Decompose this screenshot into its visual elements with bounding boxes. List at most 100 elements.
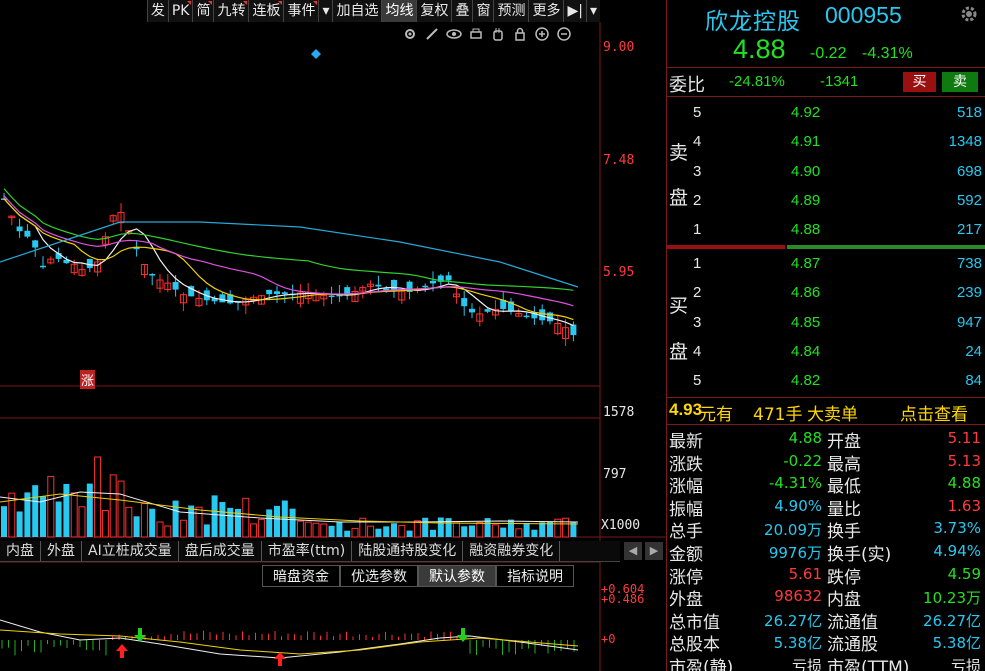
volume-bar	[179, 519, 187, 538]
buy_levels-level-row[interactable]: 3 4.85 947	[667, 309, 985, 338]
limit-up-marker[interactable]: 涨	[80, 370, 96, 389]
volume-bar	[47, 475, 55, 538]
toolbar-item[interactable]: ▾	[585, 0, 600, 22]
toolbar-item[interactable]: 均线	[381, 0, 417, 22]
sell_levels-level-row[interactable]: 1 4.88 217	[667, 216, 985, 245]
price-axis-label: 7.48	[603, 153, 635, 168]
volume-bar	[156, 521, 164, 538]
toolbar-item[interactable]: PK	[167, 0, 193, 22]
volume-bar	[406, 530, 413, 537]
volume-bar	[383, 526, 390, 537]
candle-body	[86, 259, 93, 269]
volume-bar	[63, 483, 70, 537]
volume-bar	[508, 519, 514, 537]
volume-bar	[219, 502, 226, 537]
buy_levels-level-row[interactable]: 4 4.84 24	[667, 338, 985, 367]
indicator-tabs: 内盘 外盘 AI立桩成交量 盘后成交量 市盈率(ttm) 陆股通持股变化 融资融券变化	[0, 541, 620, 562]
weibi-label: 委比	[669, 75, 705, 96]
toolbar-item[interactable]: 预测	[493, 0, 529, 22]
volume-bar	[476, 521, 484, 538]
pen-icon[interactable]	[424, 26, 440, 42]
param-tab[interactable]: 指标说明	[496, 565, 574, 587]
last-price: 4.88	[733, 34, 786, 64]
toolbar-item[interactable]: 发	[146, 0, 168, 22]
indicator-tab[interactable]: AI立桩成交量	[82, 541, 179, 561]
buy-button[interactable]: 买	[903, 72, 936, 92]
toolbar-item[interactable]: ▾	[318, 0, 333, 22]
param-tab[interactable]: 优选参数	[340, 565, 418, 587]
gear-icon[interactable]	[402, 26, 418, 42]
toolbar-item[interactable]: 叠	[451, 0, 473, 22]
volume-bar	[149, 508, 156, 537]
volume-bar	[257, 519, 265, 538]
indicator-tab[interactable]: 外盘	[41, 541, 82, 561]
sell_levels-level-row[interactable]: 3 4.90 698	[667, 158, 985, 187]
sell-strength-bar	[667, 245, 785, 249]
toolbar-item[interactable]: 复权	[416, 0, 452, 22]
volume-bar	[172, 500, 179, 537]
sell_levels-level-row[interactable]: 4 4.91 1348	[667, 128, 985, 157]
printer-icon[interactable]	[468, 26, 484, 42]
volume-bar	[531, 529, 538, 537]
price-axis-label: 5.95	[603, 265, 635, 280]
indicator-tab[interactable]: 盘后成交量	[179, 541, 262, 561]
volume-bar	[296, 520, 304, 538]
buy_levels-level-row[interactable]: 2 4.86 239	[667, 279, 985, 308]
buy-signal-arrow-icon[interactable]	[116, 644, 128, 658]
toolbar-item[interactable]: 窗	[472, 0, 494, 22]
indicator-tab[interactable]: 内盘	[0, 541, 41, 561]
buy_levels-level-row[interactable]: 5 4.82 84	[667, 367, 985, 396]
stock-name: 欣龙控股	[705, 9, 801, 35]
volume-bar	[461, 526, 468, 537]
toolbar-item[interactable]: 九转	[213, 0, 249, 22]
price-change-pct: -4.31%	[862, 45, 913, 62]
volume-bar	[398, 525, 406, 538]
candle-body	[461, 298, 468, 307]
volume-bar	[562, 517, 570, 538]
buy_levels-level-row[interactable]: 1 4.87 738	[667, 250, 985, 279]
tabs-scroll-left-icon[interactable]: ◀	[624, 542, 642, 560]
indicator-axis-label: +0.486	[601, 592, 645, 606]
param-tab[interactable]: 暗盘资金	[262, 565, 340, 587]
sell_levels-level-row[interactable]: 5 4.92 518	[667, 99, 985, 128]
volume-unit-label: X1000	[601, 518, 641, 533]
stat-row: 涨跌 -0.22 最高 5.13	[669, 451, 981, 475]
view-details-link[interactable]: 点击查看	[900, 400, 968, 425]
indicator-tab[interactable]: 市盈率(ttm)	[262, 541, 353, 561]
volume-bar	[188, 505, 195, 537]
indicator-tab[interactable]: 陆股通持股变化	[352, 541, 464, 561]
hand-icon[interactable]	[490, 26, 506, 42]
zoom-out-icon[interactable]	[556, 26, 572, 42]
sell-button[interactable]: 卖	[942, 72, 978, 92]
chart-toolbar: 发 PK 简九转 连板 事件 ▾ 加自选 均线 复权叠窗预测 更多 ▶| ▾	[0, 0, 600, 22]
zoom-in-icon[interactable]	[534, 26, 550, 42]
volume-bar	[515, 528, 523, 538]
volume-bar	[94, 456, 102, 538]
weibi-diff: -1341	[820, 73, 859, 90]
eye-icon[interactable]	[446, 26, 462, 42]
stat-row: 总股本 5.38亿 流通股 5.38亿	[669, 634, 981, 656]
volume-bar	[195, 506, 203, 538]
param-tab[interactable]: 默认参数	[418, 565, 496, 587]
big-order-alert[interactable]: 4.93 元有 471手 大卖单 点击查看	[667, 399, 985, 425]
toolbar-item[interactable]: 更多	[528, 0, 564, 22]
tabs-scroll-right-icon[interactable]: ▶	[645, 542, 663, 560]
volume-bar	[344, 530, 351, 537]
event-diamond-marker[interactable]	[311, 49, 321, 59]
volume-bar	[422, 517, 429, 537]
buy-strength-bar	[787, 245, 985, 249]
settings-gear-icon[interactable]	[959, 4, 979, 24]
toolbar-item[interactable]: 加自选	[332, 0, 382, 22]
toolbar-item[interactable]: 事件	[283, 0, 319, 22]
buy-signal-arrow-icon[interactable]	[274, 652, 286, 666]
volume-bar	[500, 527, 507, 537]
volume-bar	[125, 506, 133, 538]
sell_levels-level-row[interactable]: 2 4.89 592	[667, 187, 985, 216]
toolbar-item[interactable]: 连板	[248, 0, 284, 22]
toolbar-item[interactable]: 简	[192, 0, 214, 22]
volume-bar	[117, 480, 125, 538]
candle-body	[328, 295, 335, 298]
indicator-tab[interactable]: 融资融券变化	[463, 541, 561, 561]
toolbar-item[interactable]: ▶|	[563, 0, 586, 22]
lock-icon[interactable]	[512, 26, 528, 42]
